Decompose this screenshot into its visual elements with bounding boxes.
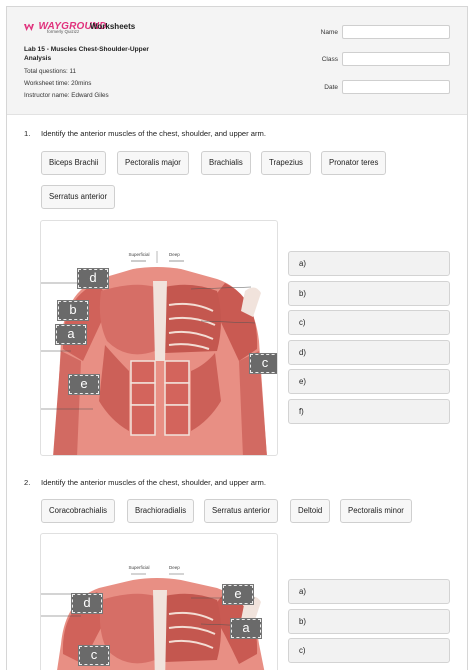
q2-option-chip[interactable]: Serratus anterior (204, 499, 279, 523)
q2-label-e: e (222, 584, 254, 605)
name-label: Name (320, 29, 338, 36)
q2-option-chip[interactable]: Coracobrachialis (41, 499, 116, 523)
brand-subtitle: formerly Quizizz (47, 29, 80, 34)
q1-answer-slot-f[interactable]: f) (288, 399, 450, 424)
q1-label-e: e (68, 374, 100, 395)
worksheet-time: Worksheet time: 20mins (24, 80, 92, 87)
q1-label-a: a (55, 324, 87, 345)
q1-option-chip[interactable]: Biceps Brachii (41, 151, 107, 175)
q1-option-chip[interactable]: Pectoralis major (117, 151, 189, 175)
superficial-label: Superficial (128, 565, 149, 570)
q2-label-c: c (78, 645, 110, 666)
superficial-label: Superficial (128, 252, 149, 257)
date-label: Date (324, 84, 338, 91)
q1-answer-slot-c[interactable]: c) (288, 310, 450, 335)
q2-answer-slot-a[interactable]: a) (288, 579, 450, 604)
worksheet-page: WAYGROUND formerly Quizizz Worksheets La… (6, 6, 468, 670)
q2-option-chip[interactable]: Deltoid (290, 499, 331, 523)
q1-option-chip[interactable]: Serratus anterior (41, 185, 116, 209)
q2-answer-slot-c[interactable]: c) (288, 638, 450, 663)
q2-anatomy-image: Superficial Deep d e a c (40, 533, 278, 670)
question-1-number: 1. (24, 129, 31, 138)
class-label: Class (321, 56, 338, 63)
total-questions: Total questions: 11 (24, 68, 77, 75)
q1-answer-slot-b[interactable]: b) (288, 281, 450, 306)
date-field[interactable] (342, 80, 450, 94)
q1-answer-slot-a[interactable]: a) (288, 251, 450, 276)
brand-logo-icon (24, 23, 34, 31)
q1-anatomy-image: Superficial Deep d b a c e (40, 220, 278, 456)
q2-option-chip[interactable]: Pectoralis minor (340, 499, 412, 523)
q2-label-a: a (230, 618, 262, 639)
q2-option-chip[interactable]: Brachioradialis (127, 499, 195, 523)
deep-label: Deep (169, 252, 180, 257)
document-type-label: Worksheets (90, 22, 136, 31)
q1-label-c: c (249, 353, 277, 374)
q1-answer-slot-e[interactable]: e) (288, 369, 450, 394)
q2-label-d: d (71, 593, 103, 614)
q2-answer-slot-b[interactable]: b) (288, 609, 450, 634)
q1-option-chip[interactable]: Pronator teres (321, 151, 387, 175)
q1-option-chip[interactable]: Brachialis (201, 151, 251, 175)
q1-label-b: b (57, 300, 89, 321)
worksheet-header: WAYGROUND formerly Quizizz Worksheets La… (7, 7, 467, 115)
name-field[interactable] (342, 25, 450, 39)
question-1-text: Identify the anterior muscles of the che… (41, 129, 266, 138)
worksheet-title: Lab 15 - Muscles Chest-Shoulder-Upper An… (24, 46, 149, 62)
deep-label: Deep (169, 565, 180, 570)
q1-option-chip[interactable]: Trapezius (261, 151, 311, 175)
question-2-number: 2. (24, 478, 31, 487)
question-2-text: Identify the anterior muscles of the che… (41, 478, 266, 487)
q1-answer-slot-d[interactable]: d) (288, 340, 450, 365)
instructor-name: Instructor name: Edward Giles (24, 92, 109, 99)
q1-label-d: d (77, 268, 109, 289)
class-field[interactable] (342, 52, 450, 66)
